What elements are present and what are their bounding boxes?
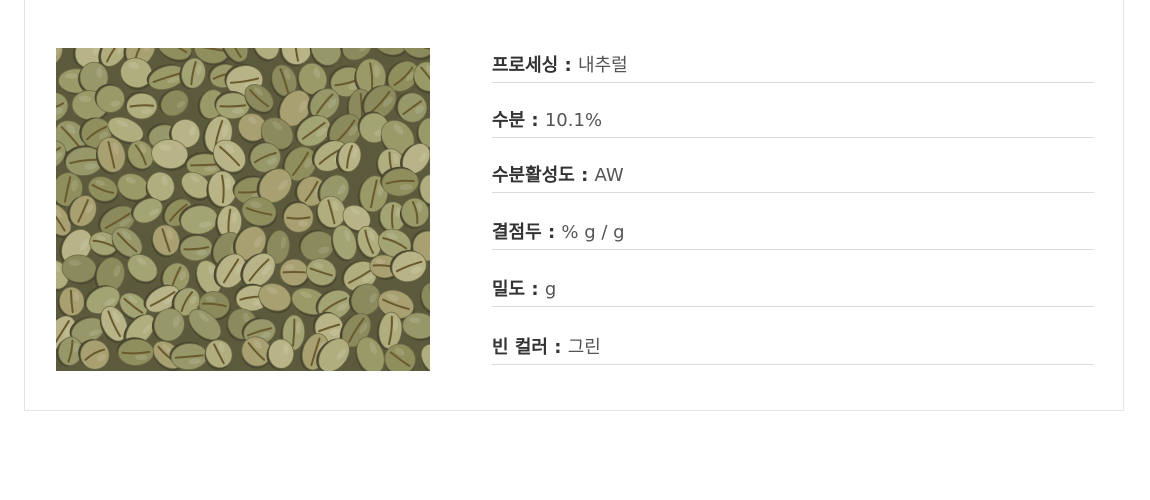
spec-list: 프로세싱 : 내추럴 수분 : 10.1% 수분활성도 : AW 결점두 : %… — [492, 48, 1094, 365]
spec-label: 수분 — [492, 110, 526, 131]
spec-water-activity: 수분활성도 : AW — [492, 158, 1094, 193]
spec-moisture: 수분 : 10.1% — [492, 103, 1094, 138]
spec-value: g — [544, 279, 557, 300]
spec-separator: : — [547, 337, 568, 358]
spec-separator: : — [574, 165, 595, 186]
spec-value: 내추럴 — [577, 55, 628, 76]
spec-defects: 결점두 : % g / g — [492, 215, 1094, 250]
spec-label: 빈 컬러 — [492, 337, 548, 358]
spec-label: 결점두 — [492, 222, 542, 243]
spec-label: 수분활성도 — [492, 165, 575, 186]
spec-value: 그린 — [567, 337, 601, 358]
spec-processing: 프로세싱 : 내추럴 — [492, 48, 1094, 83]
green-coffee-beans-photo — [56, 48, 430, 371]
spec-label: 프로세싱 — [492, 55, 559, 76]
spec-value: AW — [594, 165, 624, 186]
spec-separator: : — [558, 55, 578, 76]
spec-label: 밀도 — [492, 279, 526, 300]
spec-separator: : — [541, 222, 562, 243]
spec-separator: : — [525, 110, 545, 131]
spec-separator: : — [525, 279, 545, 300]
spec-value: % g / g — [561, 222, 625, 243]
spec-value: 10.1% — [544, 110, 603, 131]
spec-density: 밀도 : g — [492, 272, 1094, 307]
product-image — [56, 48, 430, 371]
spec-bean-color: 빈 컬러 : 그린 — [492, 330, 1094, 365]
